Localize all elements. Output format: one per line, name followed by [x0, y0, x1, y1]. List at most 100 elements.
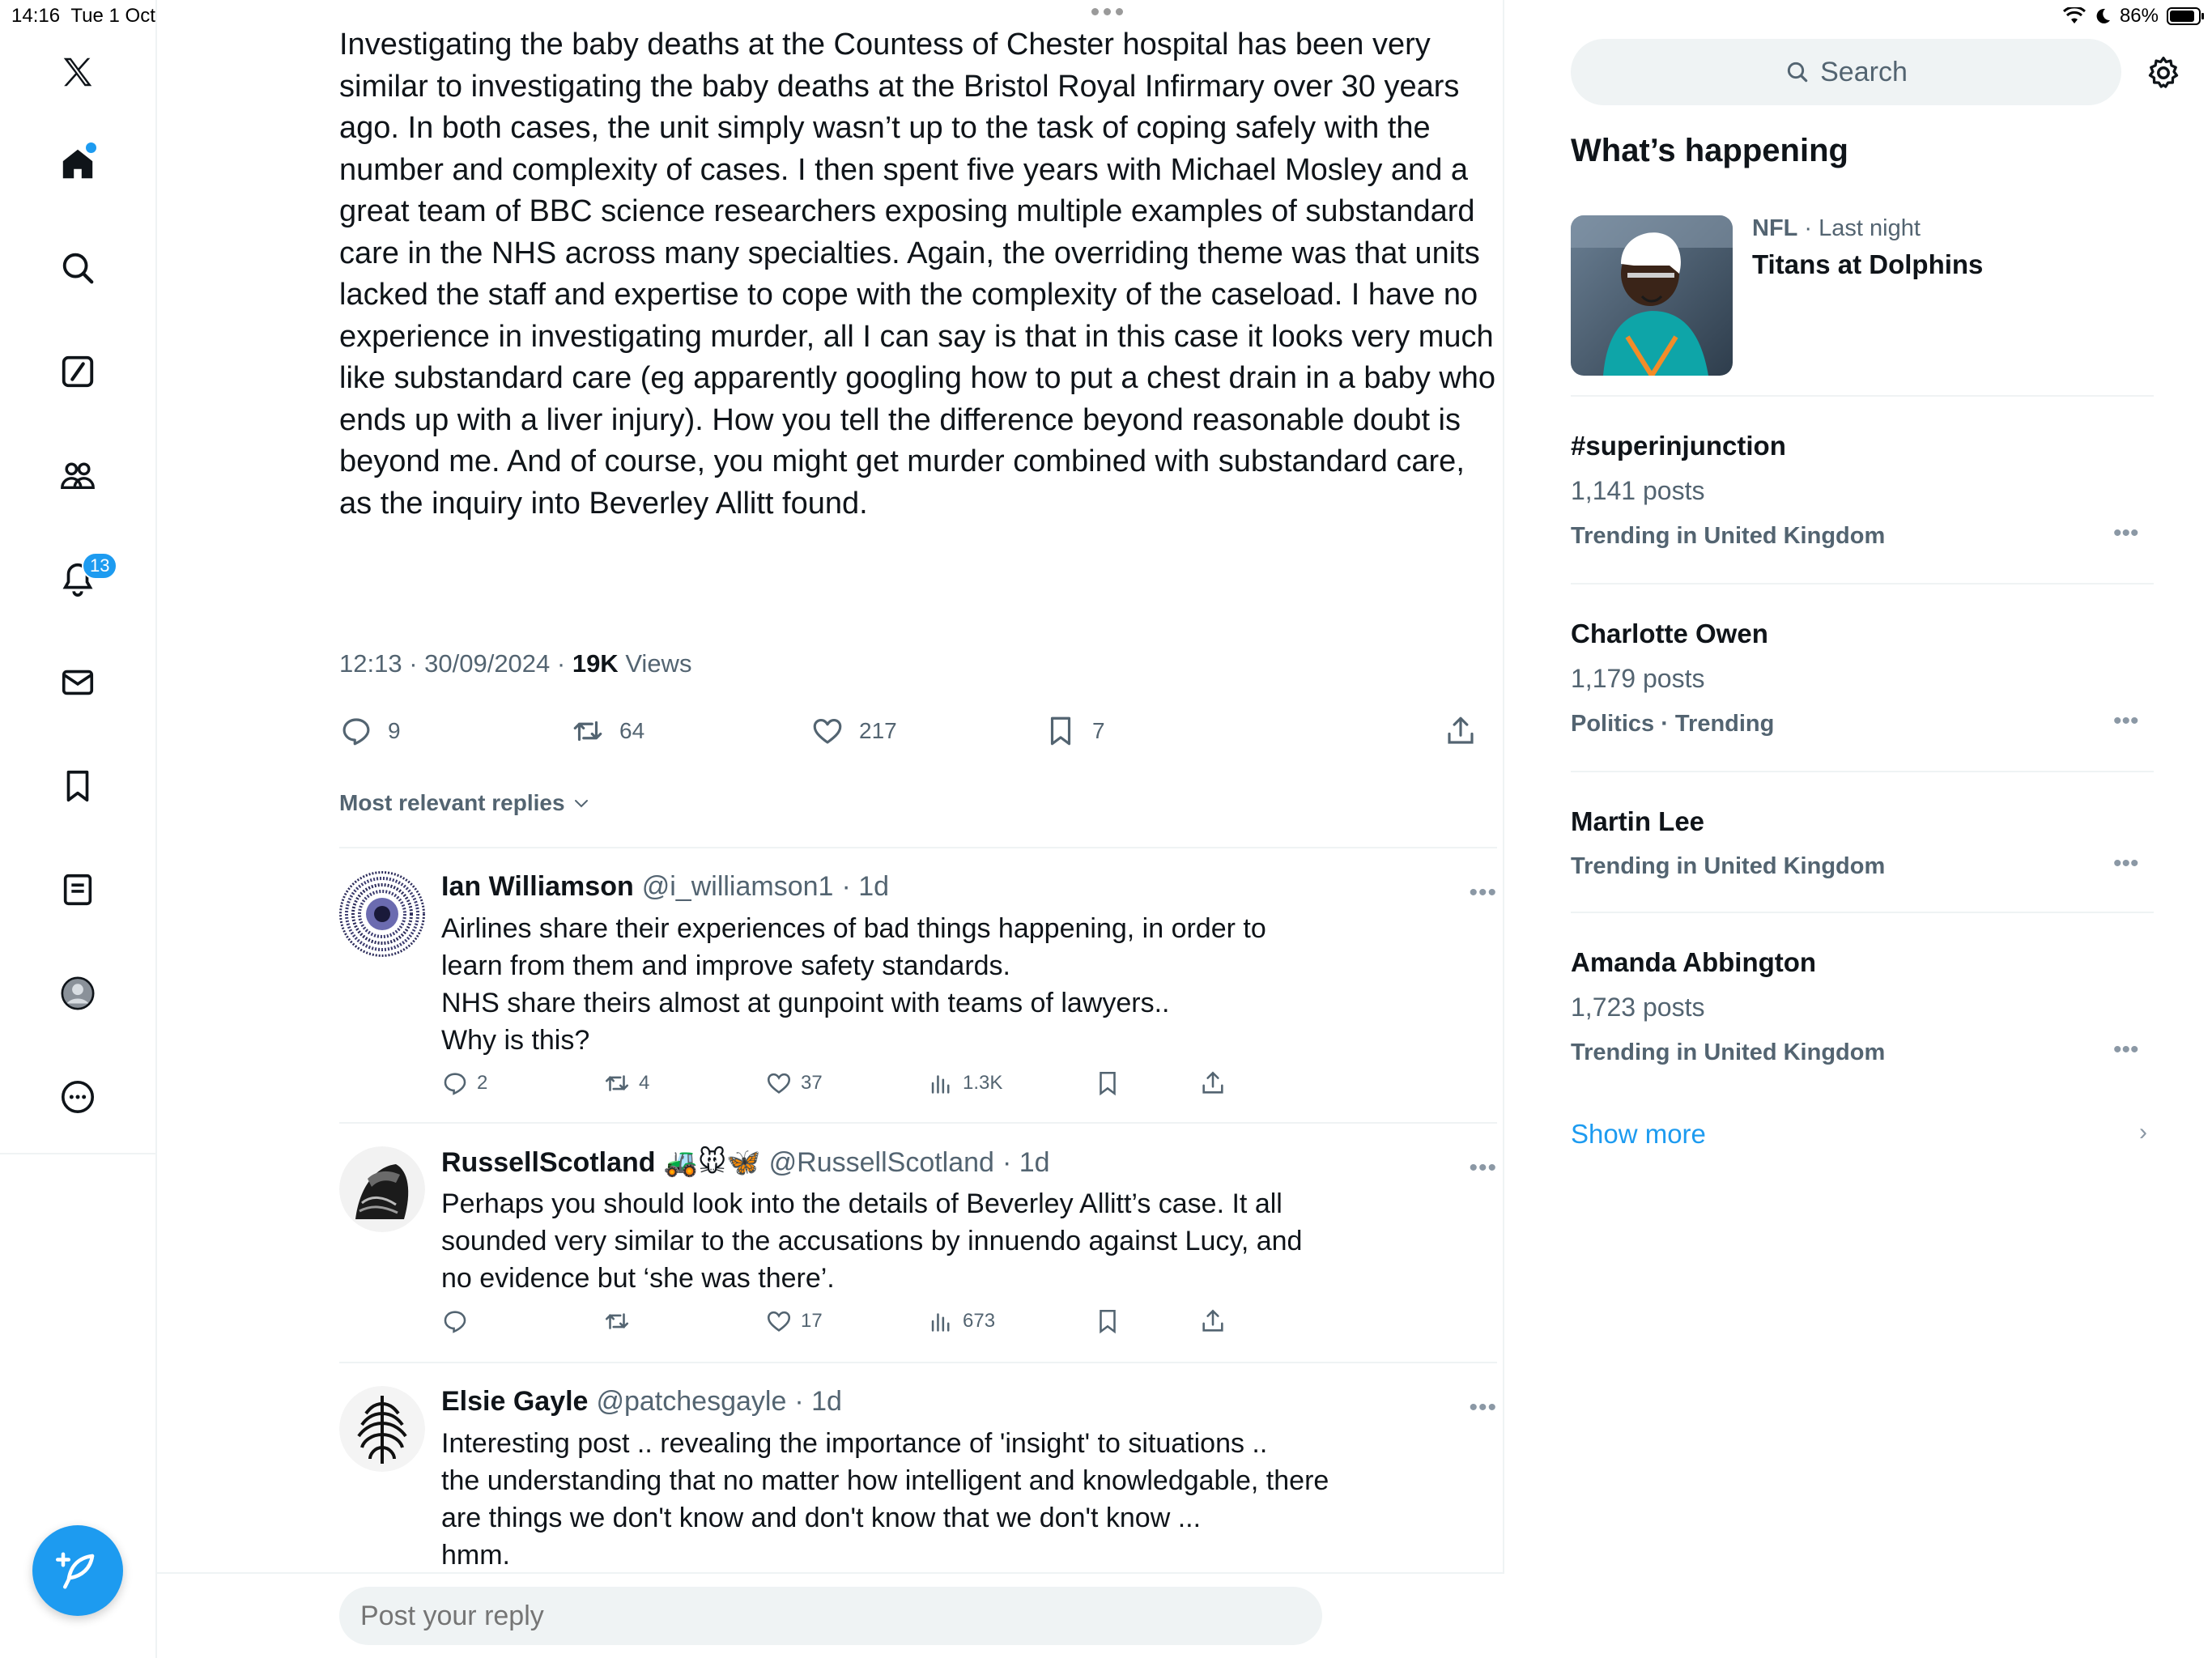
- right-sidebar: Search What’s happening NFL · Last night…: [1506, 0, 2212, 1658]
- nav-grok[interactable]: [46, 340, 109, 403]
- reply-author-name[interactable]: Elsie Gayle: [441, 1386, 588, 1418]
- nav-home[interactable]: [46, 133, 109, 196]
- views-button[interactable]: 673: [927, 1305, 995, 1337]
- show-more-link[interactable]: Show more: [1571, 1119, 1706, 1150]
- reply-item[interactable]: Ian Williamson @i_williamson1 · 1d ••• A…: [339, 871, 1497, 1114]
- reply-text: Perhaps you should look into the details…: [441, 1188, 1303, 1294]
- reply-author-name[interactable]: Ian Williamson: [441, 871, 634, 903]
- share-icon: [1202, 1309, 1223, 1332]
- repost-button[interactable]: 4: [603, 1067, 649, 1099]
- nav-more[interactable]: [46, 1065, 109, 1129]
- trend-title[interactable]: Amanda Abbington: [1571, 947, 1816, 978]
- reply-author-handle[interactable]: @i_williamson1: [642, 871, 834, 903]
- views-button[interactable]: 1.3K: [927, 1067, 1002, 1099]
- analytics-icon: [931, 1313, 950, 1332]
- bookmark-button[interactable]: [1094, 1305, 1121, 1337]
- share-icon: [1448, 716, 1474, 744]
- more-options-icon[interactable]: •••: [1469, 879, 1497, 907]
- trend-title[interactable]: #superinjunction: [1571, 431, 1786, 461]
- news-title[interactable]: Titans at Dolphins: [1752, 249, 1983, 280]
- trend-post-count: 1,179 posts: [1571, 664, 1705, 693]
- gear-icon[interactable]: [2146, 55, 2181, 91]
- tweet-meta: 12:13 · 30/09/2024 · 19K Views: [339, 649, 691, 678]
- search-input[interactable]: Search: [1571, 39, 2121, 105]
- news-time: · Last night: [1797, 215, 1921, 241]
- grok-icon: [62, 355, 94, 388]
- reply-button[interactable]: 9: [339, 711, 401, 751]
- bookmark-button[interactable]: 7: [1044, 711, 1105, 751]
- more-options-icon[interactable]: •••: [1469, 1154, 1497, 1182]
- analytics-icon: [931, 1075, 950, 1094]
- reply-header: Elsie Gayle @patchesgayle · 1d: [441, 1386, 842, 1418]
- share-button[interactable]: [1199, 1305, 1227, 1337]
- avatar[interactable]: [339, 1146, 425, 1232]
- reply-icon: [444, 1073, 466, 1095]
- like-button[interactable]: 217: [810, 711, 897, 751]
- replies-sort-dropdown[interactable]: Most relevant replies: [339, 790, 591, 816]
- news-source: NFL: [1752, 215, 1798, 241]
- news-thumbnail[interactable]: [1571, 215, 1733, 376]
- reply-input[interactable]: [339, 1587, 1322, 1645]
- more-options-icon[interactable]: •••: [1469, 1394, 1497, 1422]
- trend-context: Trending in United Kingdom: [1571, 523, 1886, 549]
- communities-icon: [61, 462, 95, 490]
- reply-actions: 2 4 37 1.3K: [441, 1067, 1251, 1099]
- tweet-timestamp[interactable]: 12:13 · 30/09/2024 ·: [339, 649, 572, 678]
- bookmark-icon: [66, 770, 89, 802]
- share-icon: [1202, 1071, 1223, 1094]
- bookmark-button[interactable]: [1094, 1067, 1121, 1099]
- divider: [1571, 395, 2154, 397]
- more-options-icon[interactable]: •••: [2113, 520, 2139, 547]
- share-button[interactable]: [1444, 711, 1478, 751]
- avatar[interactable]: [339, 871, 425, 957]
- reply-button[interactable]: 2: [441, 1067, 487, 1099]
- trend-context: Trending in United Kingdom: [1571, 1039, 1886, 1065]
- share-button[interactable]: [1199, 1067, 1227, 1099]
- trend-post-count: 1,723 posts: [1571, 993, 1705, 1022]
- reply-author-handle[interactable]: @patchesgayle: [596, 1386, 786, 1418]
- bookmark-count: 7: [1092, 718, 1105, 743]
- whats-happening-title: What’s happening: [1571, 133, 1848, 168]
- nav-profile[interactable]: [46, 962, 109, 1025]
- divider: [339, 1362, 1497, 1363]
- search-icon: [62, 253, 94, 284]
- reply-item[interactable]: RussellScotland 🚜🐭🦋 @RussellScotland · 1…: [339, 1146, 1497, 1365]
- nav-lists[interactable]: [46, 858, 109, 921]
- trend-post-count: 1,141 posts: [1571, 476, 1705, 505]
- more-options-icon[interactable]: •••: [2113, 1036, 2139, 1064]
- bookmark-icon: [1100, 1071, 1116, 1096]
- nav-bookmarks[interactable]: [46, 755, 109, 818]
- search-icon: [1787, 62, 1808, 83]
- repost-count: 64: [619, 718, 645, 743]
- repost-button[interactable]: 64: [571, 711, 644, 751]
- nav-messages[interactable]: [46, 651, 109, 714]
- reply-author-handle[interactable]: @RussellScotland: [769, 1147, 994, 1179]
- reply-count: 2: [477, 1072, 488, 1094]
- main-column: Investigating the baby deaths at the Cou…: [157, 0, 1504, 1658]
- tweet-actions: 9 64 217 7: [339, 711, 1497, 751]
- notifications-badge: 13: [82, 552, 118, 580]
- trend-title[interactable]: Charlotte Owen: [1571, 619, 1768, 649]
- nav-explore[interactable]: [46, 236, 109, 300]
- reply-item[interactable]: Elsie Gayle @patchesgayle · 1d ••• Inter…: [339, 1386, 1497, 1572]
- chevron-down-icon: [574, 800, 588, 808]
- nav-communities[interactable]: [46, 444, 109, 507]
- more-options-icon[interactable]: •••: [2113, 850, 2139, 878]
- like-button[interactable]: 37: [765, 1067, 823, 1099]
- views-count: 1.3K: [963, 1072, 1003, 1094]
- chevron-right-icon[interactable]: ›: [2139, 1119, 2147, 1146]
- trend-title[interactable]: Martin Lee: [1571, 806, 1704, 837]
- reply-author-name[interactable]: RussellScotland: [441, 1147, 656, 1179]
- compose-post-button[interactable]: [32, 1525, 123, 1616]
- news-meta: NFL · Last night: [1752, 215, 1921, 242]
- like-button[interactable]: 17: [765, 1305, 823, 1337]
- x-logo-icon[interactable]: [46, 40, 109, 104]
- repost-button[interactable]: [603, 1305, 639, 1337]
- repost-icon: [605, 1313, 629, 1329]
- reply-button[interactable]: [441, 1305, 477, 1337]
- more-options-icon[interactable]: •••: [2113, 708, 2139, 735]
- divider: [339, 1122, 1497, 1124]
- reply-time: · 1d: [1002, 1146, 1050, 1178]
- nav-notifications[interactable]: 13: [46, 547, 118, 610]
- avatar[interactable]: [339, 1386, 425, 1472]
